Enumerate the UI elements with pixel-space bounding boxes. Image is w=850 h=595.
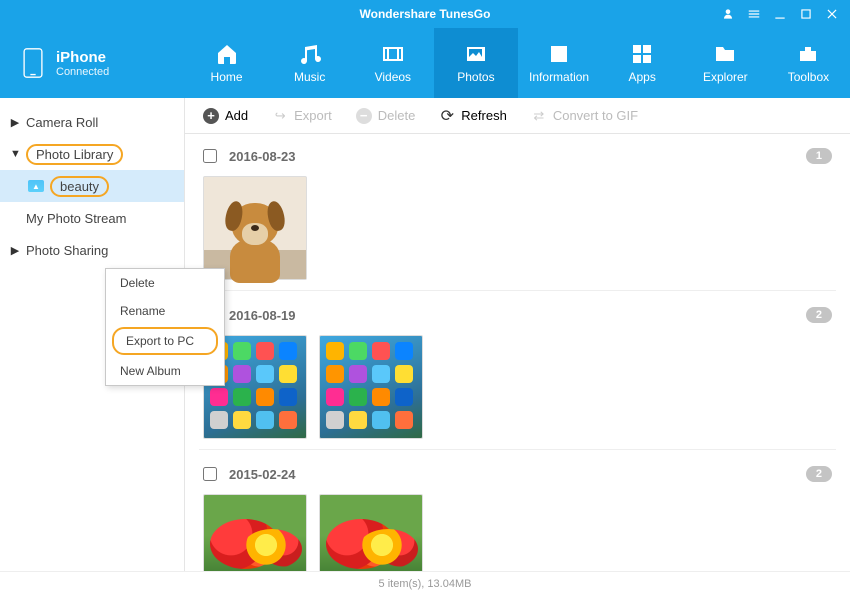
device-panel[interactable]: iPhone Connected xyxy=(0,28,185,98)
sidebar-item-photo-stream[interactable]: My Photo Stream xyxy=(0,202,184,234)
photo-group: 2015-02-24 2 xyxy=(199,460,836,571)
group-checkbox[interactable] xyxy=(203,467,217,481)
title-bar: Wondershare TunesGo xyxy=(0,0,850,28)
refresh-icon: ⟳ xyxy=(439,108,455,124)
export-icon: ↪ xyxy=(272,108,288,124)
toolbar: + Add ↪ Export − Delete ⟳ Refresh ⇄ Conv… xyxy=(185,98,850,134)
context-menu-new-album[interactable]: New Album xyxy=(106,357,224,385)
tab-label: Videos xyxy=(375,70,411,84)
tab-label: Photos xyxy=(457,70,494,84)
group-header[interactable]: 2016-08-19 2 xyxy=(199,301,836,329)
tab-label: Information xyxy=(529,70,589,84)
sidebar-item-label: My Photo Stream xyxy=(26,211,126,226)
button-label: Convert to GIF xyxy=(553,108,638,123)
group-date: 2016-08-19 xyxy=(229,308,296,323)
context-menu-export-to-pc[interactable]: Export to PC xyxy=(112,327,218,355)
music-icon xyxy=(296,42,324,66)
photo-thumbnail[interactable] xyxy=(203,176,307,280)
folder-icon xyxy=(711,42,739,66)
button-label: Export xyxy=(294,108,332,123)
convert-icon: ⇄ xyxy=(531,108,547,124)
sidebar-item-label: Camera Roll xyxy=(26,115,98,130)
sidebar-item-beauty[interactable]: beauty xyxy=(0,170,184,202)
convert-gif-button[interactable]: ⇄ Convert to GIF xyxy=(531,108,638,124)
main-panel: + Add ↪ Export − Delete ⟳ Refresh ⇄ Conv… xyxy=(185,98,850,571)
minimize-icon[interactable] xyxy=(772,6,788,22)
chevron-right-icon: ▶ xyxy=(10,244,20,257)
sidebar: ▶ Camera Roll ▼ Photo Library beauty My … xyxy=(0,98,185,571)
header: iPhone Connected Home Music Videos Photo… xyxy=(0,28,850,98)
group-date: 2015-02-24 xyxy=(229,467,296,482)
video-icon xyxy=(379,42,407,66)
tab-videos[interactable]: Videos xyxy=(351,28,434,98)
add-button[interactable]: + Add xyxy=(203,108,248,124)
tab-toolbox[interactable]: Toolbox xyxy=(767,28,850,98)
context-menu-delete[interactable]: Delete xyxy=(106,269,224,297)
tab-label: Toolbox xyxy=(788,70,829,84)
home-icon xyxy=(213,42,241,66)
tab-label: Music xyxy=(294,70,325,84)
user-icon[interactable] xyxy=(720,6,736,22)
maximize-icon[interactable] xyxy=(798,6,814,22)
tab-label: Explorer xyxy=(703,70,748,84)
button-label: Refresh xyxy=(461,108,507,123)
tab-music[interactable]: Music xyxy=(268,28,351,98)
plus-icon: + xyxy=(203,108,219,124)
delete-button[interactable]: − Delete xyxy=(356,108,416,124)
tab-label: Home xyxy=(211,70,243,84)
device-name: iPhone xyxy=(56,49,109,66)
photo-content: 2016-08-23 1 2016-08-19 2 xyxy=(185,134,850,571)
chevron-right-icon: ▶ xyxy=(10,116,20,129)
export-button[interactable]: ↪ Export xyxy=(272,108,332,124)
menu-icon[interactable] xyxy=(746,6,762,22)
album-icon xyxy=(28,180,44,192)
photo-group: 2016-08-19 2 xyxy=(199,301,836,450)
status-text: 5 item(s), 13.04MB xyxy=(379,578,472,590)
button-label: Delete xyxy=(378,108,416,123)
sidebar-item-label: Photo Sharing xyxy=(26,243,108,258)
sidebar-item-photo-sharing[interactable]: ▶ Photo Sharing xyxy=(0,234,184,266)
group-count-badge: 2 xyxy=(806,307,832,323)
tab-information[interactable]: Information xyxy=(518,28,601,98)
photos-icon xyxy=(462,42,490,66)
window-controls xyxy=(710,6,850,22)
tab-label: Apps xyxy=(629,70,656,84)
tab-apps[interactable]: Apps xyxy=(601,28,684,98)
context-menu: Delete Rename Export to PC New Album xyxy=(105,268,225,386)
button-label: Add xyxy=(225,108,248,123)
app-title: Wondershare TunesGo xyxy=(360,7,491,21)
group-count-badge: 2 xyxy=(806,466,832,482)
group-count-badge: 1 xyxy=(806,148,832,164)
context-menu-rename[interactable]: Rename xyxy=(106,297,224,325)
group-checkbox[interactable] xyxy=(203,149,217,163)
close-icon[interactable] xyxy=(824,6,840,22)
photo-group: 2016-08-23 1 xyxy=(199,142,836,291)
minus-icon: − xyxy=(356,108,372,124)
device-status: Connected xyxy=(56,66,109,78)
apps-icon xyxy=(628,42,656,66)
photo-thumbnail[interactable] xyxy=(319,494,423,571)
tab-photos[interactable]: Photos xyxy=(434,28,517,98)
info-icon xyxy=(545,42,573,66)
refresh-button[interactable]: ⟳ Refresh xyxy=(439,108,507,124)
sidebar-item-label: Photo Library xyxy=(26,144,123,165)
group-header[interactable]: 2016-08-23 1 xyxy=(199,142,836,170)
main-tabs: Home Music Videos Photos Information App… xyxy=(185,28,850,98)
photo-thumbnail[interactable] xyxy=(203,494,307,571)
sidebar-item-photo-library[interactable]: ▼ Photo Library xyxy=(0,138,184,170)
photo-thumbnail[interactable] xyxy=(319,335,423,439)
status-bar: 5 item(s), 13.04MB xyxy=(0,571,850,595)
toolbox-icon xyxy=(794,42,822,66)
group-header[interactable]: 2015-02-24 2 xyxy=(199,460,836,488)
tab-explorer[interactable]: Explorer xyxy=(684,28,767,98)
phone-icon xyxy=(22,47,44,79)
sidebar-item-camera-roll[interactable]: ▶ Camera Roll xyxy=(0,106,184,138)
sidebar-item-label: beauty xyxy=(50,176,109,197)
group-date: 2016-08-23 xyxy=(229,149,296,164)
tab-home[interactable]: Home xyxy=(185,28,268,98)
chevron-down-icon: ▼ xyxy=(10,148,20,160)
